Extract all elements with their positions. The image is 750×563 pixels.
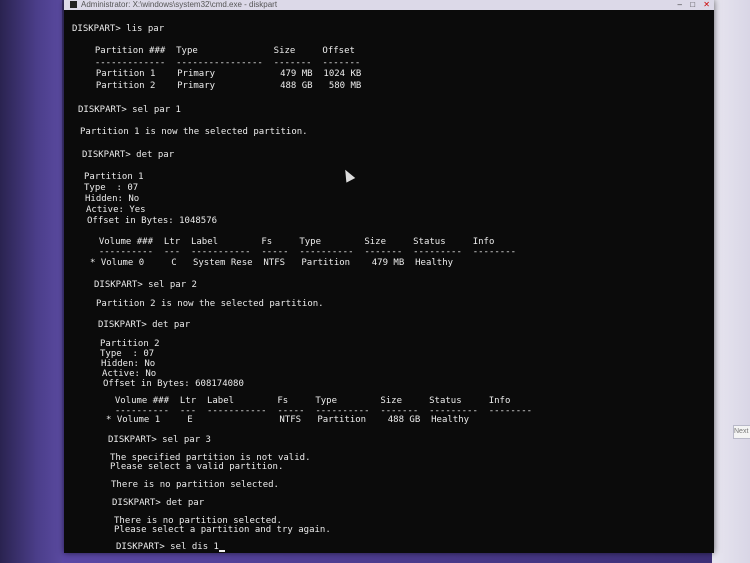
next-button-partial[interactable]: Next	[733, 425, 750, 439]
console-line: DISKPART> sel par 3	[108, 435, 211, 445]
minimize-icon[interactable]: –	[678, 0, 682, 9]
close-icon[interactable]: ✕	[703, 0, 710, 9]
console-line: Volume ### Ltr Label Fs Type Size Status…	[88, 237, 495, 247]
window-title: Administrator: X:\windows\system32\cmd.e…	[81, 0, 278, 9]
console-line: Please select a valid partition.	[110, 462, 284, 472]
console-line: Partition 2 Primary 488 GB 580 MB	[85, 81, 362, 91]
console-line: Partition 1	[84, 172, 144, 182]
console-line: Hidden: No	[101, 359, 156, 369]
desktop-background-right	[712, 0, 750, 563]
window-titlebar[interactable]: Administrator: X:\windows\system32\cmd.e…	[64, 0, 714, 10]
cmd-icon	[70, 1, 77, 9]
console-line: DISKPART> det par	[98, 320, 191, 330]
console-line: * Volume 0 C System Rese NTFS Partition …	[90, 258, 454, 268]
console-line: Active: No	[102, 369, 157, 379]
console-line: DISKPART> sel par 1	[78, 105, 181, 115]
desktop-background-left	[0, 0, 62, 563]
console-line: Active: Yes	[86, 205, 146, 215]
console-line: Please select a partition and try again.	[114, 525, 331, 535]
console-line: Volume ### Ltr Label Fs Type Size Status…	[104, 396, 511, 406]
console-output[interactable]: DISKPART> lis par Partition ### Type Siz…	[64, 10, 714, 553]
console-line: Type : 07	[100, 349, 155, 359]
console-line: Partition ### Type Size Offset	[84, 46, 355, 56]
console-line: DISKPART> sel par 2	[94, 280, 197, 290]
cmd-window[interactable]: Administrator: X:\windows\system32\cmd.e…	[64, 0, 714, 553]
window-controls: – □ ✕	[672, 0, 710, 10]
console-line: Partition 1 Primary 479 MB 1024 KB	[85, 69, 362, 79]
maximize-icon[interactable]: □	[690, 0, 695, 9]
console-line: Partition 2 is now the selected partitio…	[96, 299, 324, 309]
console-line: ------------- ---------------- ------- -…	[84, 58, 361, 68]
console-line: * Volume 1 E NTFS Partition 488 GB Healt…	[106, 415, 470, 425]
text-cursor	[218, 550, 225, 552]
prompt-input[interactable]: DISKPART> sel dis 1	[116, 542, 219, 552]
console-line: DISKPART> lis par	[72, 24, 165, 34]
prompt-line[interactable]: DISKPART> sel dis 1	[116, 542, 225, 552]
console-line: Offset in Bytes: 1048576	[87, 216, 218, 226]
console-line: Partition 2	[100, 339, 160, 349]
console-line: There is no partition selected.	[111, 480, 279, 490]
console-line: ---------- --- ----------- ----- -------…	[88, 247, 517, 257]
console-line: DISKPART> det par	[112, 498, 205, 508]
console-line: DISKPART> det par	[82, 150, 175, 160]
console-line: Hidden: No	[85, 194, 140, 204]
console-line: Partition 1 is now the selected partitio…	[80, 127, 308, 137]
console-line: Offset in Bytes: 608174080	[103, 379, 244, 389]
console-line: Type : 07	[84, 183, 139, 193]
